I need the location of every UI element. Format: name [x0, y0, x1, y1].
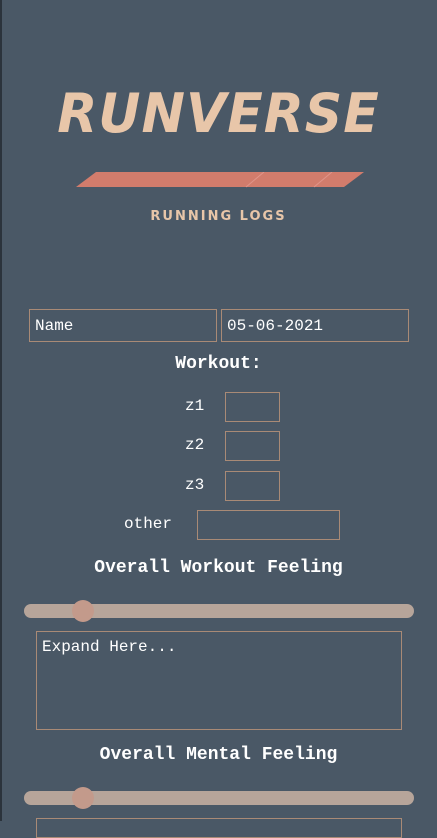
brand-logo-title: RUNVERSE: [57, 82, 380, 146]
date-input[interactable]: [221, 309, 409, 342]
zone-label-z1: z1: [185, 397, 205, 415]
other-label: other: [124, 515, 173, 533]
brand-subtitle: RUNNING LOGS: [150, 209, 287, 224]
workout-feeling-slider[interactable]: [24, 600, 414, 622]
workout-notes-textarea[interactable]: [36, 631, 402, 730]
mental-feeling-slider-thumb[interactable]: [72, 787, 94, 809]
zone-label-z3: z3: [185, 476, 205, 494]
name-input[interactable]: [29, 309, 217, 342]
mental-feeling-heading: Overall Mental Feeling: [99, 745, 338, 765]
mental-feeling-slider[interactable]: [24, 787, 414, 809]
mental-notes-textarea[interactable]: [36, 818, 402, 838]
zone-input-z1[interactable]: [225, 392, 280, 422]
zone-label-z2: z2: [185, 436, 205, 454]
workout-heading: Workout:: [175, 354, 262, 374]
brand-stripe-decoration: [76, 172, 364, 188]
workout-feeling-heading: Overall Workout Feeling: [94, 558, 343, 578]
zone-input-z3[interactable]: [225, 471, 280, 501]
workout-feeling-slider-thumb[interactable]: [72, 600, 94, 622]
zone-input-z2[interactable]: [225, 431, 280, 461]
other-input[interactable]: [197, 510, 340, 540]
